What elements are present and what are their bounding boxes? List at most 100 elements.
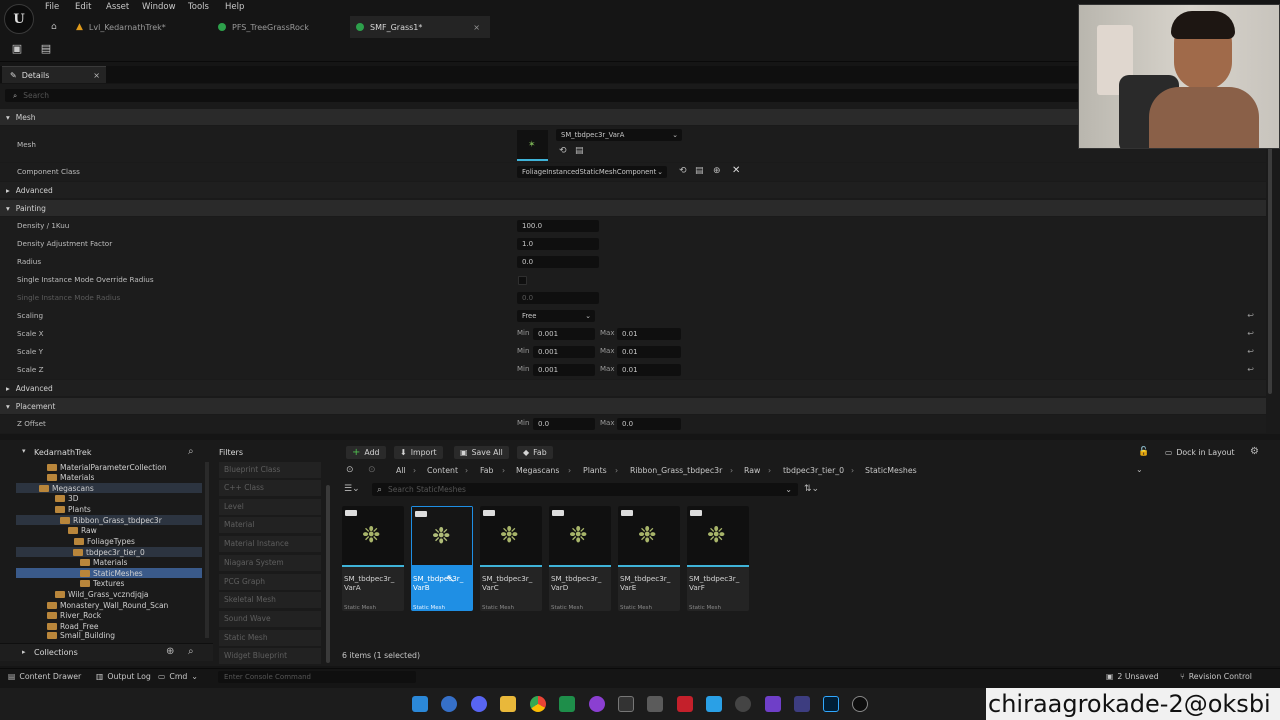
acrobat-icon[interactable] <box>677 696 693 712</box>
tree-item[interactable]: tbdpec3r_tier_0 <box>16 547 202 557</box>
section-advanced-mesh[interactable]: ▸ Advanced <box>0 182 1266 198</box>
reset-icon[interactable]: ↩ <box>1247 329 1254 338</box>
browse-icon[interactable]: ▤ <box>40 43 52 55</box>
scaling-dropdown[interactable]: Free ⌄ <box>517 310 595 322</box>
app-icon[interactable] <box>735 696 751 712</box>
scale-x-max-field[interactable]: 0.01 <box>617 328 681 340</box>
tree-item[interactable]: 3D <box>55 493 79 503</box>
browse-back-icon[interactable]: ⟲ <box>679 166 687 176</box>
filter-item[interactable]: Sound Wave <box>219 611 321 627</box>
app-icon[interactable] <box>647 696 663 712</box>
asset-tile[interactable]: ❉ SM_tbdpec3r_ VarE Static Mesh <box>618 506 680 611</box>
revision-control-button[interactable]: ⑂ Revision Control <box>1180 672 1252 681</box>
add-button[interactable]: + Add <box>346 446 386 459</box>
browse-folder-icon[interactable]: ▤ <box>575 146 584 156</box>
browse-folder-icon[interactable]: ▤ <box>695 166 704 176</box>
asset-tile[interactable]: ❉ SM_tbdpec3r_ VarF Static Mesh <box>687 506 749 611</box>
tree-item-selected[interactable]: StaticMeshes <box>16 568 202 578</box>
file-explorer-icon[interactable] <box>500 696 516 712</box>
tab-pfs[interactable]: PFS_TreeGrassRock <box>212 16 352 38</box>
app-icon[interactable] <box>706 696 722 712</box>
lock-icon[interactable]: 🔓 <box>1138 447 1149 457</box>
filter-item[interactable]: C++ Class <box>219 480 321 496</box>
search-icon[interactable]: ⌕ <box>188 646 194 657</box>
add-collection-icon[interactable]: ⊕ <box>166 646 174 657</box>
density-field[interactable]: 100.0 <box>517 220 599 232</box>
filter-item[interactable]: Static Mesh <box>219 630 321 646</box>
component-class-dropdown[interactable]: FoliageInstancedStaticMeshComponent ⌄ <box>517 166 667 178</box>
section-placement[interactable]: ▾ Placement <box>0 398 1266 414</box>
breadcrumb-item[interactable]: Ribbon_Grass_tbdpec3r <box>630 466 722 475</box>
dock-in-layout-button[interactable]: ▭ Dock in Layout <box>1165 448 1235 457</box>
discord-icon[interactable] <box>471 696 487 712</box>
unreal-logo-icon[interactable]: U <box>4 4 34 34</box>
z-offset-min-field[interactable]: 0.0 <box>533 418 595 430</box>
tab-details[interactable]: ✎ Details × <box>2 66 106 83</box>
app-icon[interactable] <box>794 696 810 712</box>
save-icon[interactable]: ▣ <box>11 43 23 55</box>
asset-search-input[interactable]: ⌕ Search StaticMeshes ⌄ <box>372 483 798 496</box>
tree-item[interactable]: Megascans <box>16 483 202 493</box>
tree-item[interactable]: Materials <box>80 557 127 567</box>
forward-arrow-icon[interactable]: ⊙ <box>368 465 376 475</box>
density-adjustment-field[interactable]: 1.0 <box>517 238 599 250</box>
radius-field[interactable]: 0.0 <box>517 256 599 268</box>
filter-item[interactable]: PCG Graph <box>219 574 321 590</box>
menu-file[interactable]: File <box>45 2 59 12</box>
breadcrumb-item[interactable]: Megascans <box>516 466 559 475</box>
unsaved-button[interactable]: ▣ 2 Unsaved <box>1106 672 1159 681</box>
breadcrumb-item[interactable]: Content <box>427 466 458 475</box>
menu-asset[interactable]: Asset <box>106 2 129 12</box>
add-icon[interactable]: ⊕ <box>713 166 721 176</box>
cmd-dropdown[interactable]: ▭ Cmd ⌄ <box>158 672 198 681</box>
section-advanced-painting[interactable]: ▸ Advanced <box>0 380 1266 396</box>
scale-y-max-field[interactable]: 0.01 <box>617 346 681 358</box>
photoshop-icon[interactable] <box>823 696 839 712</box>
import-button[interactable]: ⬇ Import <box>394 446 443 459</box>
tree-item[interactable]: Raw <box>68 525 97 535</box>
asset-tile[interactable]: ❉ SM_tbdpec3r_ VarD Static Mesh <box>549 506 611 611</box>
scale-y-min-field[interactable]: 0.001 <box>533 346 595 358</box>
tree-root-label[interactable]: KedarnathTrek <box>34 448 91 457</box>
scale-x-min-field[interactable]: 0.001 <box>533 328 595 340</box>
search-icon[interactable]: ⌕ <box>188 446 194 457</box>
mesh-dropdown[interactable]: SM_tbdpec3r_VarA ⌄ <box>556 129 682 141</box>
fab-button[interactable]: ◆ Fab <box>517 446 553 459</box>
clear-icon[interactable]: ✕ <box>732 165 740 176</box>
outlook-icon[interactable] <box>441 696 457 712</box>
section-painting[interactable]: ▾ Painting <box>0 200 1266 216</box>
chevron-down-icon[interactable]: ⌄ <box>1136 465 1143 474</box>
use-selected-icon[interactable]: ⟲ <box>559 146 567 156</box>
visual-studio-icon[interactable] <box>765 696 781 712</box>
terminal-icon[interactable] <box>618 696 634 712</box>
breadcrumb-item[interactable]: StaticMeshes <box>865 466 917 475</box>
scale-z-min-field[interactable]: 0.001 <box>533 364 595 376</box>
sort-icon[interactable]: ⇅⌄ <box>804 484 819 494</box>
filters-scrollbar[interactable] <box>326 485 330 663</box>
tree-scrollbar[interactable] <box>205 462 209 638</box>
close-icon[interactable]: × <box>473 23 480 32</box>
breadcrumb-item[interactable]: Plants <box>583 466 607 475</box>
asset-tile[interactable]: ❉ SM_tbdpec3r_ VarC Static Mesh <box>480 506 542 611</box>
filter-item[interactable]: Blueprint Class <box>219 462 321 478</box>
menu-window[interactable]: Window <box>142 2 176 12</box>
save-all-button[interactable]: ▣ Save All <box>454 446 509 459</box>
scale-z-max-field[interactable]: 0.01 <box>617 364 681 376</box>
windows-start-icon[interactable] <box>412 696 428 712</box>
tab-level[interactable]: ▲ Lvl_KedarnathTrek* <box>70 16 210 38</box>
settings-gear-icon[interactable]: ⚙ <box>1250 446 1259 457</box>
breadcrumb-item[interactable]: All <box>396 466 406 475</box>
tab-smf-grass[interactable]: SMF_Grass1* × <box>350 16 490 38</box>
filter-item[interactable]: Material Instance <box>219 536 321 552</box>
filter-icon[interactable]: ☰⌄ <box>344 484 360 494</box>
tree-item[interactable]: Textures <box>80 578 124 588</box>
menu-tools[interactable]: Tools <box>188 2 209 12</box>
excel-icon[interactable] <box>559 696 575 712</box>
asset-tile-selected[interactable]: ❉ SM_tbdpec3r_ VarB Static Mesh <box>411 506 473 611</box>
close-icon[interactable]: × <box>93 71 100 80</box>
tree-item[interactable]: Wild_Grass_vczndjqja <box>55 589 149 599</box>
filter-item[interactable]: Skeletal Mesh <box>219 592 321 608</box>
tree-item[interactable]: Monastery_Wall_Round_Scan <box>47 600 168 610</box>
chrome-icon[interactable] <box>530 696 546 712</box>
asset-tile[interactable]: ❉ SM_tbdpec3r_ VarA Static Mesh <box>342 506 404 611</box>
